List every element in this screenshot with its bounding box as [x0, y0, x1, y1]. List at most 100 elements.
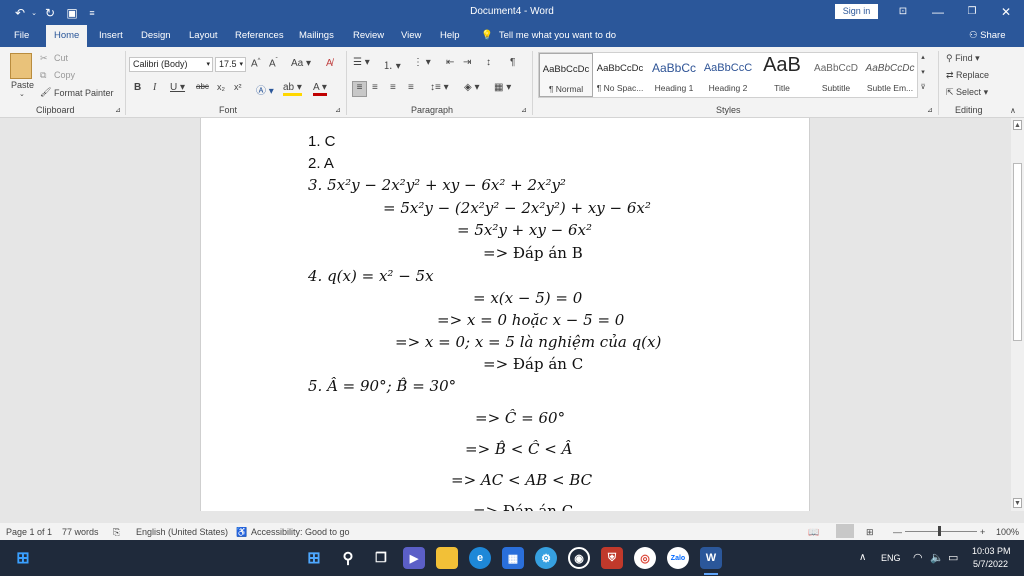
italic-icon[interactable]: I: [153, 82, 156, 93]
justify-icon[interactable]: ≡: [408, 82, 414, 93]
zoom-slider-thumb[interactable]: [938, 526, 941, 536]
language-indicator[interactable]: English (United States): [136, 527, 228, 537]
tab-view[interactable]: View: [401, 25, 421, 47]
page-count[interactable]: Page 1 of 1: [6, 527, 52, 537]
clear-formatting-icon[interactable]: A̸: [326, 58, 333, 69]
web-layout-icon[interactable]: ⊞: [866, 527, 874, 538]
store-icon[interactable]: ▦: [502, 547, 524, 569]
clock-time[interactable]: 10:03 PM: [972, 545, 1011, 558]
close-button[interactable]: ✕: [991, 2, 1021, 22]
align-center-icon[interactable]: ≡: [372, 82, 378, 93]
underline-icon[interactable]: U ▾: [170, 82, 185, 93]
style-heading-1[interactable]: AaBbCc Heading 1: [647, 53, 701, 97]
style-subtle-emphasis[interactable]: AaBbCcDc Subtle Em...: [863, 53, 917, 97]
windows-start-icon[interactable]: ⊞: [12, 547, 34, 569]
security-icon[interactable]: ⛨: [601, 547, 623, 569]
change-case-button[interactable]: Aa ▾: [291, 58, 311, 69]
redo-icon[interactable]: ↻: [42, 4, 58, 21]
paste-icon[interactable]: [10, 53, 32, 79]
style-no-spacing[interactable]: AaBbCcDc ¶ No Spac...: [593, 53, 647, 97]
battery-icon[interactable]: ▭: [948, 540, 958, 576]
line-spacing-icon[interactable]: ↕≡ ▾: [430, 82, 449, 93]
tab-insert[interactable]: Insert: [99, 25, 123, 47]
replace-button[interactable]: ⇄ Replace: [946, 70, 989, 81]
tab-home[interactable]: Home: [46, 25, 88, 47]
app-icon[interactable]: ⚙: [535, 547, 557, 569]
search-icon[interactable]: ⚲: [337, 547, 359, 569]
format-painter-button[interactable]: Format Painter: [54, 88, 114, 98]
tab-references[interactable]: References: [235, 25, 284, 47]
document-canvas[interactable]: 1. C 2. A 3. 5x²y − 2x²y² + xy − 6x² + 2…: [0, 118, 1011, 511]
find-button[interactable]: ⚲ Find ▾: [946, 53, 980, 64]
multilevel-list-icon[interactable]: ⋮ ▾: [413, 57, 431, 68]
increase-indent-icon[interactable]: ⇥: [463, 57, 471, 68]
volume-icon[interactable]: 🔈: [930, 540, 944, 576]
align-left-icon[interactable]: ≡: [352, 81, 367, 97]
clock-date[interactable]: 5/7/2022: [973, 558, 1008, 571]
paragraph-launcher-icon[interactable]: ⊿: [521, 106, 527, 114]
cut-button[interactable]: Cut: [54, 53, 68, 63]
clipboard-launcher-icon[interactable]: ⊿: [115, 106, 121, 114]
tab-review[interactable]: Review: [353, 25, 384, 47]
numbering-icon[interactable]: ⒈ ▾: [383, 57, 401, 72]
subscript-icon[interactable]: x₂: [217, 82, 225, 92]
bold-icon[interactable]: B: [134, 82, 141, 93]
file-explorer-icon[interactable]: [436, 547, 458, 569]
input-language[interactable]: ENG: [881, 540, 901, 576]
zoom-level[interactable]: 100%: [996, 527, 1019, 537]
shading-icon[interactable]: ◈ ▾: [464, 82, 480, 93]
font-name-input[interactable]: Calibri (Body) ▾: [129, 57, 213, 72]
paste-button[interactable]: Paste: [11, 80, 34, 90]
strikethrough-icon[interactable]: abc: [196, 82, 209, 91]
styles-scroll-down-icon[interactable]: ▾: [918, 68, 928, 76]
task-view-icon[interactable]: ❐: [370, 547, 392, 569]
highlight-color-icon[interactable]: ab ▾: [283, 82, 302, 96]
word-icon[interactable]: W: [700, 547, 722, 569]
word-count[interactable]: 77 words: [62, 527, 99, 537]
document-page[interactable]: 1. C 2. A 3. 5x²y − 2x²y² + xy − 6x² + 2…: [200, 118, 810, 511]
restore-button[interactable]: ❐: [957, 2, 987, 22]
proofing-icon[interactable]: ⎘: [113, 527, 120, 538]
borders-icon[interactable]: ▦ ▾: [494, 82, 511, 93]
zalo-icon[interactable]: Zalo: [667, 547, 689, 569]
style-subtitle[interactable]: AaBbCcD Subtitle: [809, 53, 863, 97]
decrease-indent-icon[interactable]: ⇤: [446, 57, 454, 68]
sign-in-button[interactable]: Sign in: [835, 4, 878, 19]
bullets-icon[interactable]: ☰ ▾: [353, 57, 370, 68]
sort-icon[interactable]: ↕: [486, 57, 491, 68]
tab-help[interactable]: Help: [440, 25, 460, 47]
style-heading-2[interactable]: AaBbCcC Heading 2: [701, 53, 755, 97]
undo-icon[interactable]: ↶: [12, 4, 28, 21]
show-hide-marks-icon[interactable]: ¶: [510, 57, 515, 68]
print-layout-icon[interactable]: [836, 524, 854, 538]
obs-icon[interactable]: ◉: [568, 547, 590, 569]
wifi-icon[interactable]: ◠: [913, 540, 923, 576]
shrink-font-icon[interactable]: Aˇ: [269, 58, 278, 69]
align-right-icon[interactable]: ≡: [390, 82, 396, 93]
chat-icon[interactable]: ▶: [403, 547, 425, 569]
scrollbar-thumb[interactable]: [1013, 163, 1022, 341]
font-color-icon[interactable]: A ▾: [313, 82, 327, 96]
styles-more-icon[interactable]: ⊽: [918, 83, 928, 91]
superscript-icon[interactable]: x²: [234, 82, 242, 92]
zoom-slider[interactable]: [905, 531, 977, 532]
tab-mailings[interactable]: Mailings: [299, 25, 334, 47]
styles-launcher-icon[interactable]: ⊿: [927, 106, 933, 114]
style-normal[interactable]: AaBbCcDc ¶ Normal: [539, 53, 593, 97]
tell-me-search[interactable]: 💡 Tell me what you want to do: [481, 25, 616, 47]
chevron-up-icon[interactable]: ∧: [859, 540, 866, 576]
text-effects-icon[interactable]: Ⓐ ▾: [256, 82, 274, 97]
tab-layout[interactable]: Layout: [189, 25, 218, 47]
copy-button[interactable]: Copy: [54, 70, 75, 80]
accessibility-status[interactable]: Accessibility: Good to go: [251, 527, 350, 537]
paste-dropdown-icon[interactable]: ⌄: [19, 90, 25, 98]
select-button[interactable]: ⇱ Select ▾: [946, 87, 988, 98]
style-title[interactable]: AaB Title: [755, 53, 809, 97]
edge-icon[interactable]: e: [469, 547, 491, 569]
scroll-up-icon[interactable]: ▲: [1013, 120, 1022, 130]
share-button[interactable]: ⚇ Share: [969, 25, 1006, 47]
chrome-icon[interactable]: ◎: [634, 547, 656, 569]
font-launcher-icon[interactable]: ⊿: [335, 106, 341, 114]
tab-file[interactable]: File: [14, 25, 29, 47]
customize-toolbar-icon[interactable]: ≡: [86, 4, 98, 21]
